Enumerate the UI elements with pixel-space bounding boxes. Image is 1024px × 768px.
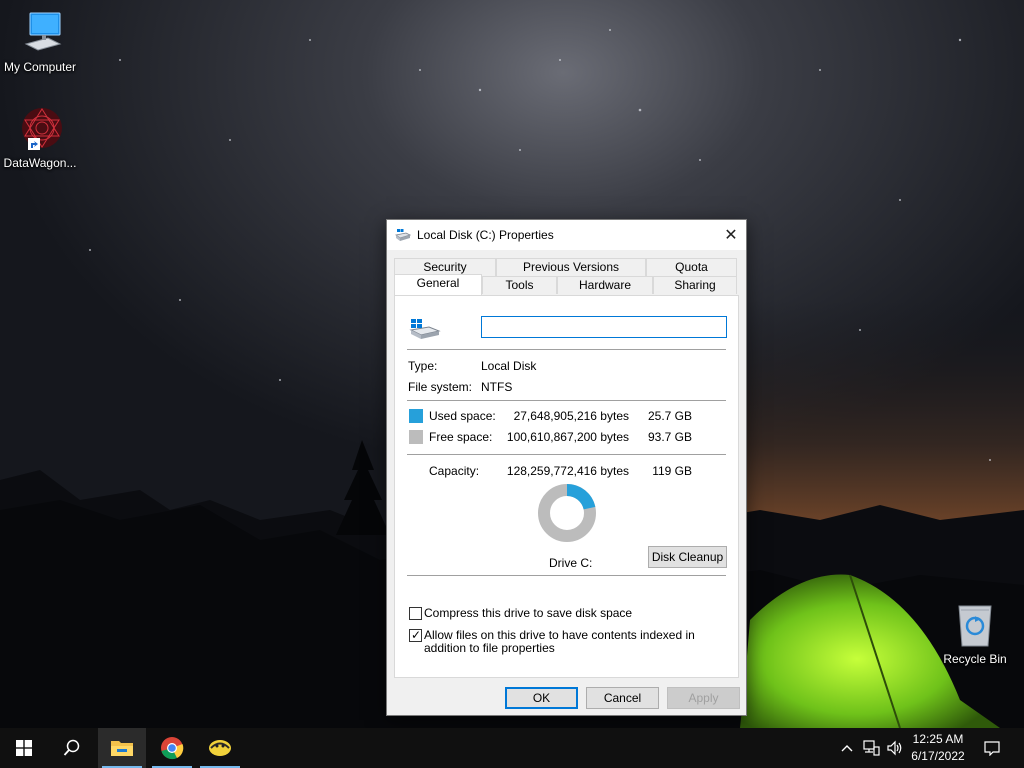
compress-checkbox[interactable]: [409, 607, 422, 620]
free-space-swatch: [409, 430, 423, 444]
capacity-label: Capacity:: [429, 464, 480, 478]
drive-icon: [395, 228, 412, 242]
computer-icon: [16, 10, 64, 58]
separator: [407, 349, 726, 350]
file-system-value: NTFS: [481, 380, 513, 394]
index-checkbox[interactable]: ✓: [409, 628, 422, 642]
tab-general[interactable]: General: [394, 274, 482, 295]
desktop-icon-datawagon[interactable]: DataWagon...: [0, 106, 80, 170]
desktop-icon-my-computer[interactable]: My Computer: [0, 10, 80, 74]
chevron-up-icon: [841, 745, 853, 752]
clock[interactable]: 12:25 AM 6/17/2022: [904, 731, 972, 765]
apply-button[interactable]: Apply: [667, 687, 740, 709]
network-icon: [863, 740, 880, 756]
search-icon: [63, 739, 80, 756]
used-space-gb: 25.7 GB: [647, 409, 692, 423]
taskbar-chrome[interactable]: [148, 728, 196, 768]
dialog-title: Local Disk (C:) Properties: [417, 228, 554, 242]
tab-previous-versions[interactable]: Previous Versions: [496, 258, 646, 276]
properties-dialog: Local Disk (C:) Properties ✕ Security Pr…: [386, 219, 747, 716]
capacity-gb: 119 GB: [652, 464, 692, 478]
drive-name-input[interactable]: [481, 316, 727, 338]
drive-label: Drive C:: [549, 556, 593, 570]
tab-hardware[interactable]: Hardware: [557, 276, 653, 294]
checkmark-icon: ✓: [411, 628, 422, 642]
used-space-bytes: 27,648,905,216 bytes: [513, 409, 629, 423]
file-system-label: File system:: [408, 380, 473, 394]
start-button[interactable]: [0, 728, 48, 768]
desktop-icon-label: Recycle Bin: [943, 652, 1007, 666]
usage-donut: [537, 483, 597, 543]
clock-time: 12:25 AM: [912, 732, 964, 746]
disk-cleanup-button[interactable]: Disk Cleanup: [648, 546, 727, 568]
taskbar-app[interactable]: [196, 728, 244, 768]
volume-icon: [887, 740, 902, 756]
tab-sharing[interactable]: Sharing: [653, 276, 737, 294]
chrome-icon: [161, 737, 184, 760]
tab-quota[interactable]: Quota: [646, 258, 737, 276]
start-icon: [16, 740, 32, 756]
network-button[interactable]: [860, 728, 882, 768]
desktop-icon-label: My Computer: [3, 60, 77, 74]
type-label: Type:: [408, 359, 438, 373]
separator: [407, 454, 726, 455]
drive-icon: [409, 318, 441, 339]
datawagon-shortcut-icon: [16, 106, 64, 154]
action-center-button[interactable]: [978, 728, 1006, 768]
file-explorer-icon: [111, 741, 133, 756]
taskbar-file-explorer[interactable]: [98, 728, 146, 768]
used-space-swatch: [409, 409, 423, 423]
index-label: Allow files on this drive to have conten…: [424, 628, 695, 655]
separator: [407, 575, 726, 576]
separator: [407, 400, 726, 401]
show-hidden-icons-button[interactable]: [837, 728, 857, 768]
type-value: Local Disk: [481, 359, 537, 373]
desktop-icon-label: DataWagon...: [3, 156, 77, 170]
ok-button[interactable]: OK: [505, 687, 578, 709]
app-icon: [209, 740, 231, 756]
tab-strip: Security Previous Versions Quota General…: [394, 258, 739, 296]
free-space-bytes: 100,610,867,200 bytes: [506, 430, 629, 444]
close-icon: ✕: [724, 227, 738, 244]
dialog-titlebar[interactable]: Local Disk (C:) Properties ✕: [387, 220, 746, 250]
taskbar: 12:25 AM 6/17/2022: [0, 728, 1024, 768]
capacity-bytes: 128,259,772,416 bytes: [506, 464, 629, 478]
close-button[interactable]: ✕: [716, 220, 746, 250]
compress-label: Compress this drive to save disk space: [424, 606, 633, 620]
search-button[interactable]: [48, 728, 96, 768]
desktop-icon-recycle-bin[interactable]: Recycle Bin: [935, 602, 1015, 666]
notification-icon: [984, 741, 1000, 756]
recycle-bin-icon: [951, 602, 999, 650]
free-space-label: Free space:: [429, 430, 493, 444]
tab-tools[interactable]: Tools: [482, 276, 557, 294]
volume-button[interactable]: [884, 728, 906, 768]
used-space-label: Used space:: [429, 409, 496, 423]
free-space-gb: 93.7 GB: [647, 430, 692, 444]
clock-date: 6/17/2022: [911, 749, 965, 763]
cancel-button[interactable]: Cancel: [586, 687, 659, 709]
general-panel: Type: Local Disk File system: NTFS Used …: [394, 295, 739, 678]
